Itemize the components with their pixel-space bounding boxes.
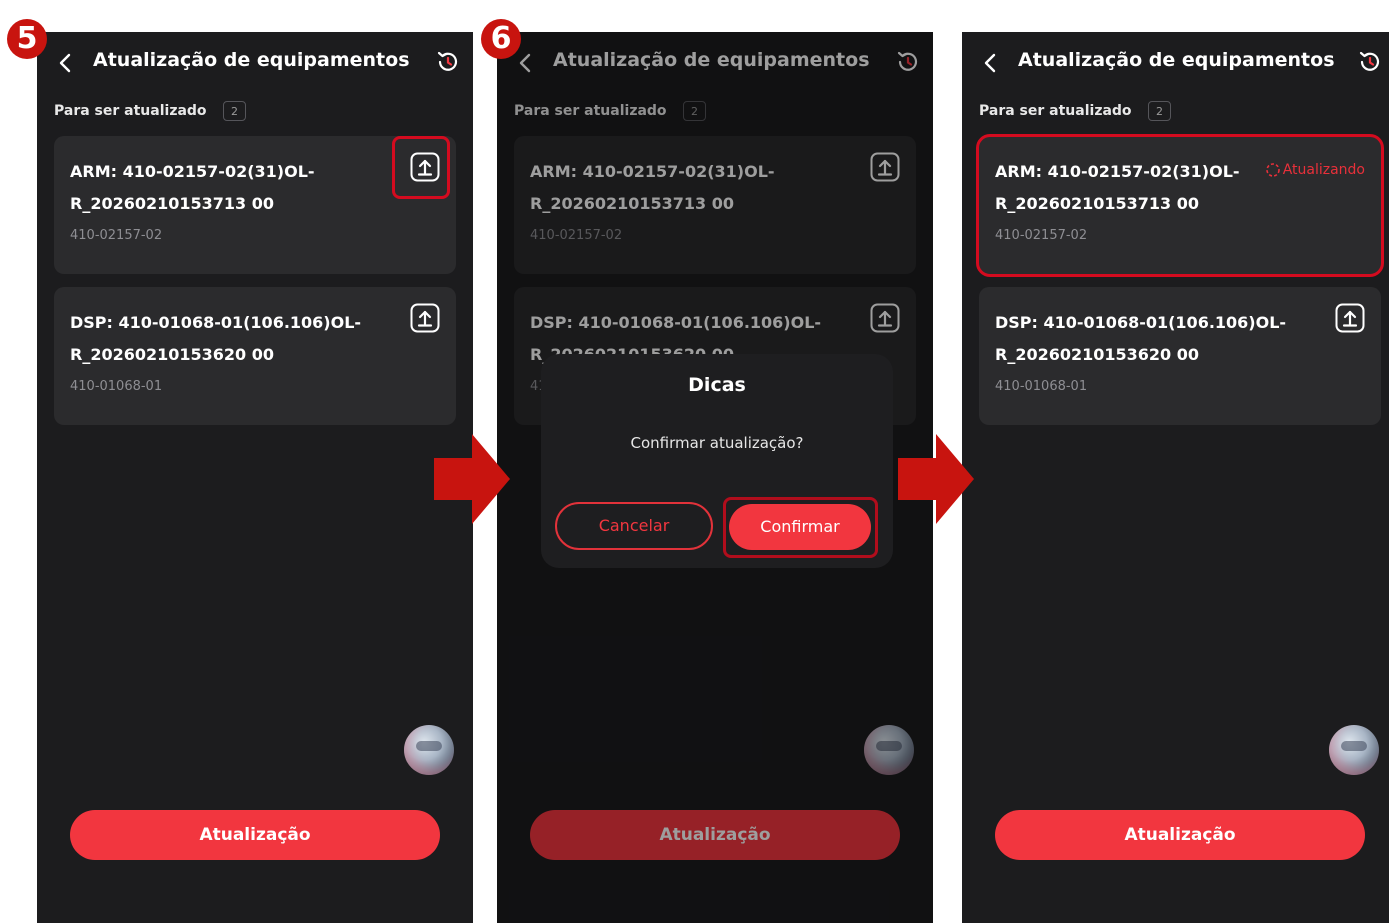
dialog-message: Confirmar atualização? xyxy=(630,434,804,452)
highlight-updating-card xyxy=(976,134,1384,277)
screen-updating: Atualização de equipamentos Para ser atu… xyxy=(962,32,1389,923)
device-title: ARM: 410-02157-02(31)OL-R_20260210153713… xyxy=(70,162,315,213)
dialog-title: Dicas xyxy=(688,374,746,396)
history-icon[interactable] xyxy=(1357,49,1383,75)
step-badge: 5 xyxy=(7,19,47,59)
page-title: Atualização de equipamentos xyxy=(93,49,410,71)
cancel-button[interactable]: Cancelar xyxy=(555,502,713,550)
assistant-bubble-icon[interactable] xyxy=(1329,725,1379,775)
assistant-bubble-icon[interactable] xyxy=(404,725,454,775)
upload-icon[interactable] xyxy=(1335,303,1365,333)
update-button[interactable]: Atualização xyxy=(995,810,1365,860)
app-header: Atualização de equipamentos xyxy=(37,32,473,92)
update-button[interactable]: Atualização xyxy=(70,810,440,860)
section-label: Para ser atualizado xyxy=(54,103,207,119)
device-card-dsp: DSP: 410-01068-01(106.106)OL-R_202602101… xyxy=(979,287,1381,425)
highlight-upload-button xyxy=(392,136,450,199)
device-title: DSP: 410-01068-01(106.106)OL-R_202602101… xyxy=(995,313,1287,364)
count-badge: 2 xyxy=(223,101,246,121)
page-title: Atualização de equipamentos xyxy=(1018,49,1335,71)
arrow-right-icon xyxy=(898,434,974,524)
upload-icon[interactable] xyxy=(410,303,440,333)
history-icon[interactable] xyxy=(435,49,461,75)
count-badge: 2 xyxy=(1148,101,1171,121)
arrow-right-icon xyxy=(434,434,510,524)
screen-step-5: Atualização de equipamentos Para ser atu… xyxy=(37,32,473,923)
app-header: Atualização de equipamentos xyxy=(962,32,1389,92)
confirm-dialog: Dicas Confirmar atualização? Cancelar Co… xyxy=(541,354,893,568)
back-arrow-icon[interactable] xyxy=(55,52,77,74)
device-title: DSP: 410-01068-01(106.106)OL-R_202602101… xyxy=(70,313,362,364)
device-code: 410-01068-01 xyxy=(995,379,1088,394)
screen-step-6: Atualização de equipamentos Para ser atu… xyxy=(497,32,933,923)
device-card-dsp: DSP: 410-01068-01(106.106)OL-R_202602101… xyxy=(54,287,456,425)
highlight-confirm-button xyxy=(723,497,878,558)
section-label: Para ser atualizado xyxy=(979,103,1132,119)
back-arrow-icon[interactable] xyxy=(980,52,1002,74)
device-code: 410-02157-02 xyxy=(70,228,163,243)
step-badge: 6 xyxy=(481,19,521,59)
device-code: 410-01068-01 xyxy=(70,379,163,394)
